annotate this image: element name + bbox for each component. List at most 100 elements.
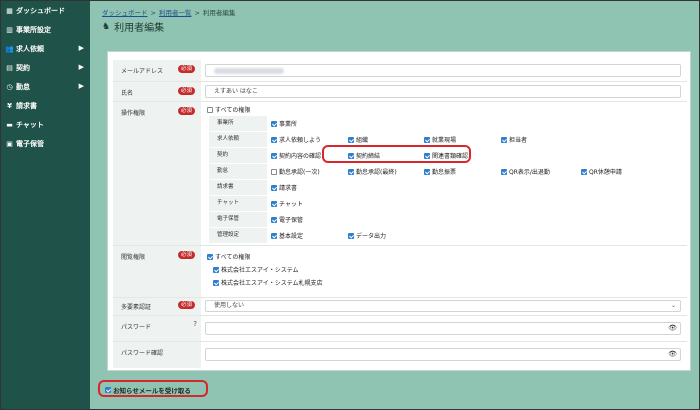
building-icon: ▥: [6, 25, 13, 34]
help-icon[interactable]: ?: [193, 320, 197, 328]
sidebar-item[interactable]: ▥ 事業所設定: [1, 20, 90, 39]
perm-all-checkbox[interactable]: すべての権限: [207, 105, 250, 114]
view-permission-checkbox[interactable]: 株式会社エスアイ・システム: [213, 265, 299, 274]
name-row: 氏名 必須 えすあい はなこ: [113, 82, 687, 102]
mfa-row: 多要素認証 必須 使用しない ⌄: [113, 298, 687, 316]
sidebar-item-label: 契約: [16, 63, 30, 72]
checkbox-box[interactable]: [271, 184, 277, 191]
password-confirm-label-cell: パスワード確認: [113, 342, 201, 368]
required-badge: 必須: [177, 251, 195, 259]
password-label: パスワード: [121, 324, 152, 331]
permission-category: 管理設定: [209, 228, 267, 243]
sidebar-item[interactable]: ▦ ダッシュボード: [1, 1, 90, 20]
checkbox-box[interactable]: [271, 120, 277, 127]
checkbox-box[interactable]: [207, 106, 213, 113]
checkbox-box[interactable]: [271, 232, 277, 239]
sidebar-item-label: 電子保管: [16, 139, 44, 148]
sidebar-item[interactable]: ▣ 電子保管: [1, 134, 90, 153]
permission-checkbox[interactable]: 勤怠承認(最終): [348, 167, 397, 176]
checkbox-box[interactable]: [501, 168, 507, 175]
user-edit-form: メールアドレス 必須 氏名 必須 えすあい はなこ 操作権限 必須 すべての権限…: [107, 51, 691, 371]
eye-icon[interactable]: 👁: [668, 323, 677, 334]
permission-label: 担当者: [509, 137, 528, 144]
sidebar-item-label: 事業所設定: [16, 25, 51, 34]
password-confirm-row: パスワード確認 👁: [113, 342, 687, 368]
permission-checkbox[interactable]: 組織: [348, 135, 368, 144]
checkbox-box[interactable]: [271, 216, 277, 223]
checkbox-box[interactable]: [271, 168, 277, 175]
checkbox-box[interactable]: [424, 168, 430, 175]
name-input[interactable]: えすあい はなこ: [205, 85, 681, 98]
checkbox-box[interactable]: [207, 253, 213, 260]
checkbox-box[interactable]: [213, 266, 219, 273]
mfa-select[interactable]: 使用しない ⌄: [205, 300, 681, 312]
permission-checkbox[interactable]: データ出力: [348, 231, 386, 240]
view-permission-checkbox[interactable]: 株式会社エスアイ・システム札幌支店: [213, 278, 323, 287]
eye-icon[interactable]: 👁: [668, 349, 677, 360]
permission-checkbox[interactable]: 電子保管: [271, 215, 303, 224]
permission-category: 請求書: [209, 180, 267, 195]
view-label: 閲覧権限: [121, 254, 146, 261]
chevron-right-icon: ▶: [78, 82, 84, 90]
permission-checkbox[interactable]: 担当者: [501, 135, 527, 144]
permission-label: チャット: [279, 201, 303, 208]
redacted-email: [214, 67, 284, 74]
sidebar-item[interactable]: 👥 求人依頼 ▶: [1, 39, 90, 58]
required-badge: 必須: [177, 65, 195, 73]
checkbox-box[interactable]: [271, 200, 277, 207]
permission-label: 勤怠振票: [432, 169, 457, 176]
checkbox-box[interactable]: [348, 136, 354, 143]
permission-label: 勤怠承認(最終): [356, 169, 397, 176]
sidebar-item[interactable]: ▤ 契約 ▶: [1, 58, 90, 77]
password-confirm-label: パスワード確認: [121, 350, 164, 357]
permission-checkbox[interactable]: QR表示/出退勤: [501, 167, 550, 176]
operation-permission-row: 操作権限 必須 すべての権限 事業所 事業所 求人依頼 求人依頼しよう 組織 就業現場 担当…: [113, 102, 687, 246]
checkbox-box[interactable]: [213, 279, 219, 286]
sidebar: ▦ ダッシュボード ▥ 事業所設定 👥 求人依頼 ▶ ▤ 契約 ▶ ◷ 勤怠 ▶ ¥ 請求書 ▬ チャット ▣ 電子…: [1, 1, 90, 409]
sidebar-item[interactable]: ◷ 勤怠 ▶: [1, 77, 90, 96]
checkbox-box[interactable]: [271, 152, 277, 159]
permission-checkbox[interactable]: 就業現場: [424, 135, 456, 144]
checkbox-box[interactable]: [348, 232, 354, 239]
breadcrumb-user-list[interactable]: 利用者一覧: [159, 9, 192, 17]
permission-checkbox[interactable]: QR休憩申請: [581, 167, 622, 176]
required-badge: 必須: [177, 107, 195, 115]
password-input[interactable]: 👁: [205, 322, 681, 335]
breadcrumb-separator: >: [150, 9, 156, 17]
sidebar-item[interactable]: ▬ チャット: [1, 115, 90, 134]
mfa-select-value: 使用しない: [214, 302, 245, 309]
permission-label: データ出力: [356, 233, 387, 240]
sidebar-item-label: 求人依頼: [16, 44, 44, 53]
view-permission-checkbox[interactable]: すべての権限: [207, 252, 250, 261]
permission-label: 電子保管: [279, 217, 304, 224]
permission-label: 基本設定: [279, 233, 304, 240]
password-confirm-input[interactable]: 👁: [205, 348, 681, 361]
permission-checkbox[interactable]: 事業所: [271, 119, 297, 128]
permission-checkbox[interactable]: 請求書: [271, 183, 297, 192]
permission-category: 勤怠: [209, 164, 267, 179]
permission-row: 管理設定 基本設定 データ出力: [209, 228, 679, 244]
mfa-label: 多要素認証: [121, 304, 152, 311]
clock-icon: ◷: [6, 82, 13, 91]
permission-category: 電子保管: [209, 212, 267, 227]
perm-label-cell: 操作権限 必須: [113, 102, 201, 245]
permission-checkbox[interactable]: 基本設定: [271, 231, 303, 240]
permission-checkbox[interactable]: 求人依頼しよう: [271, 135, 321, 144]
checkbox-box[interactable]: [501, 136, 507, 143]
breadcrumb-dashboard[interactable]: ダッシュボード: [102, 9, 148, 17]
email-input[interactable]: [205, 64, 681, 77]
name-label-cell: 氏名 必須: [113, 82, 201, 101]
permission-checkbox[interactable]: 勤怠承認(一次): [271, 167, 320, 176]
permission-row: チャット チャット: [209, 196, 679, 212]
permission-checkbox[interactable]: 勤怠振票: [424, 167, 456, 176]
permission-checkbox[interactable]: 契約内容の確認: [271, 151, 321, 160]
permission-checkbox[interactable]: チャット: [271, 199, 303, 208]
email-label-cell: メールアドレス 必須: [113, 60, 201, 81]
page-title: ♞ 利用者編集: [102, 19, 164, 35]
sidebar-item[interactable]: ¥ 請求書: [1, 96, 90, 115]
perm-all-label: すべての権限: [215, 107, 251, 114]
checkbox-box[interactable]: [581, 168, 587, 175]
checkbox-box[interactable]: [271, 136, 277, 143]
checkbox-box[interactable]: [424, 136, 430, 143]
checkbox-box[interactable]: [348, 168, 354, 175]
